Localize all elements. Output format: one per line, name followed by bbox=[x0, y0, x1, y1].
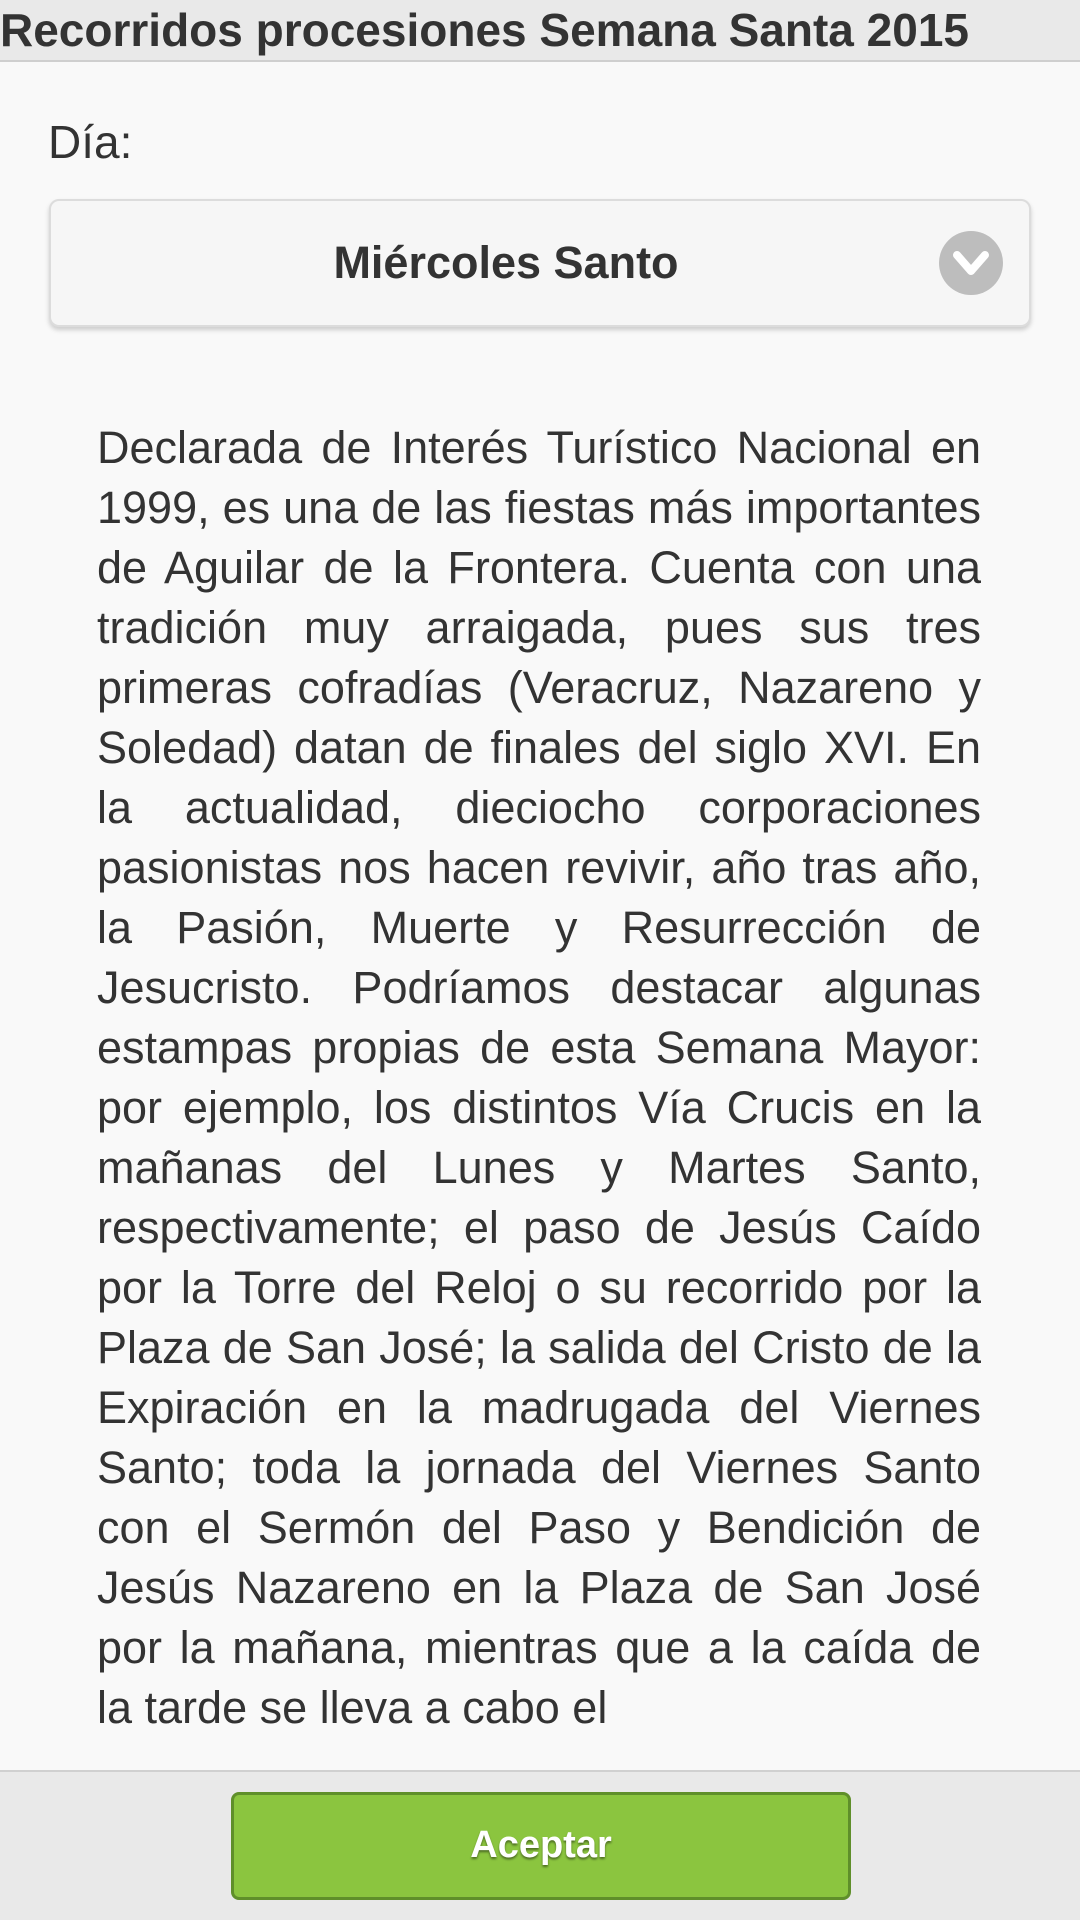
chevron-down-icon bbox=[939, 231, 1003, 295]
footer-bar: Aceptar bbox=[0, 1770, 1080, 1920]
description-text: Declarada de Interés Turístico Nacional … bbox=[97, 422, 981, 1733]
day-select-value: Miércoles Santo bbox=[333, 237, 679, 288]
day-select[interactable]: Miércoles Santo bbox=[49, 199, 1031, 327]
accept-button[interactable]: Aceptar bbox=[231, 1792, 851, 1900]
description-scroll-area[interactable]: Declarada de Interés Turístico Nacional … bbox=[97, 418, 981, 1770]
app-header: Recorridos procesiones Semana Santa 2015 bbox=[0, 0, 1080, 62]
day-label: Día: bbox=[48, 116, 133, 168]
page-title: Recorridos procesiones Semana Santa 2015 bbox=[0, 4, 969, 56]
